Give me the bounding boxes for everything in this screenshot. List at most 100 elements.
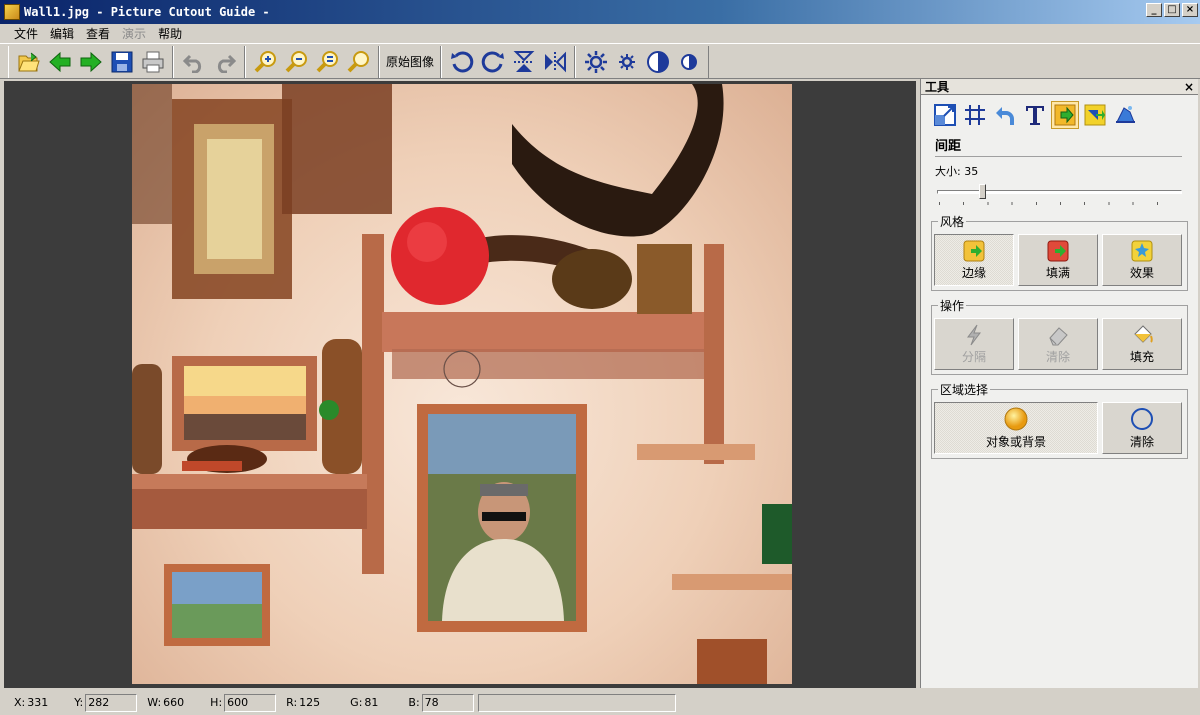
landscape-painting [164, 564, 270, 646]
effect-button[interactable]: 效果 [1102, 234, 1182, 286]
panel-title: 工具 [925, 80, 950, 94]
zoom-actual-button[interactable] [343, 47, 374, 77]
fill-button[interactable]: 填满 [1018, 234, 1098, 286]
open-button[interactable] [13, 47, 44, 77]
h-label: H: [210, 696, 223, 709]
menu-view[interactable]: 查看 [80, 25, 116, 42]
empty-circle-icon [1131, 407, 1153, 430]
menu-help[interactable]: 帮助 [152, 25, 188, 42]
separate-button[interactable]: 分隔 [934, 318, 1014, 370]
resize-icon [934, 104, 956, 126]
background-tool-button[interactable] [1081, 101, 1109, 129]
maximize-button[interactable]: □ [1164, 3, 1180, 17]
zoom-actual-icon [347, 50, 369, 72]
brightness-down-button[interactable] [611, 47, 642, 77]
b-label: B: [408, 696, 420, 709]
menu-edit[interactable]: 编辑 [44, 25, 80, 42]
minimize-button[interactable]: _ [1146, 3, 1162, 17]
section-spacing-title: 间距 [935, 139, 962, 154]
r-value: 125 [299, 696, 321, 709]
original-image-button[interactable]: 原始图像 [384, 53, 436, 70]
separate-label: 分隔 [961, 349, 986, 364]
zoom-out-button[interactable] [281, 47, 312, 77]
flip-vertical-icon [513, 50, 534, 72]
status-bar: X: 331 Y: 282 W: 660 H: 600 R: 125 G: 81… [0, 690, 1200, 715]
save-button[interactable] [106, 47, 137, 77]
edge-icon [963, 240, 985, 261]
rotate-right-button[interactable] [477, 47, 508, 77]
g-label: G: [350, 696, 363, 709]
rotate-left-icon [450, 50, 473, 72]
redo-button[interactable] [209, 47, 240, 77]
undo-arrow-icon [996, 107, 1014, 125]
redo-icon [217, 54, 236, 73]
panel-close-button[interactable]: × [1184, 80, 1194, 94]
close-button[interactable]: × [1182, 3, 1198, 17]
fill-area-label: 填充 [1129, 349, 1154, 364]
paint-bucket-icon [1134, 324, 1153, 343]
slider-ticks [939, 202, 1180, 205]
fill-label: 填满 [1045, 265, 1070, 280]
zoom-in-button[interactable] [250, 47, 281, 77]
background-icon [1084, 104, 1106, 126]
tools-panel: 工具 × 间距 大小: 35 风格 边缘 填满 效果 操作 分隔 清除 填充 区… [920, 79, 1198, 688]
edge-button[interactable]: 边缘 [934, 234, 1014, 286]
progress-field [477, 693, 676, 712]
erase-label: 清除 [1045, 349, 1070, 364]
image-canvas[interactable] [4, 81, 916, 688]
style-group-legend: 风格 [940, 215, 965, 229]
menu-bar: 文件 编辑 查看 演示 帮助 [0, 24, 1200, 44]
erase-button[interactable]: 清除 [1018, 318, 1098, 370]
toolbar: 原始图像 [0, 45, 1200, 79]
cutout-icon [1054, 104, 1076, 126]
size-slider[interactable] [937, 183, 1182, 207]
section-divider [935, 156, 1182, 157]
region-group-legend: 区域选择 [940, 383, 989, 397]
brightness-up-icon [584, 50, 607, 73]
forward-button[interactable] [75, 47, 106, 77]
text-tool-button[interactable] [1021, 101, 1049, 129]
print-icon [142, 51, 163, 72]
w-value: 660 [163, 696, 185, 709]
grid-tool-button[interactable] [961, 101, 989, 129]
crop-grid-icon [965, 105, 985, 125]
crop-tool-button[interactable] [931, 101, 959, 129]
menu-demo[interactable]: 演示 [116, 25, 152, 42]
contrast-up-button[interactable] [642, 47, 673, 77]
photo-wall1[interactable] [132, 84, 792, 684]
text-icon [1026, 106, 1044, 125]
y-label: Y: [74, 696, 84, 709]
clear-selection-button[interactable]: 清除 [1102, 402, 1182, 454]
save-icon [111, 51, 132, 72]
lightning-icon [967, 324, 981, 345]
back-arrow-icon [48, 51, 70, 72]
w-label: W: [147, 696, 162, 709]
print-button[interactable] [137, 47, 168, 77]
object-or-background-button[interactable]: 对象或背景 [934, 402, 1098, 454]
h-value: 600 [224, 693, 277, 712]
contrast-up-icon [646, 50, 669, 73]
brightness-up-button[interactable] [580, 47, 611, 77]
fill-area-button[interactable]: 填充 [1102, 318, 1182, 370]
effect-label: 效果 [1129, 265, 1154, 280]
flip-horizontal-button[interactable] [539, 47, 570, 77]
rotate-left-button[interactable] [446, 47, 477, 77]
forward-arrow-icon [80, 51, 102, 72]
operations-group-legend: 操作 [940, 299, 965, 313]
sunset-painting [172, 356, 317, 451]
menu-file[interactable]: 文件 [8, 25, 44, 42]
contrast-down-button[interactable] [673, 47, 704, 77]
r-label: R: [286, 696, 298, 709]
zoom-fit-button[interactable] [312, 47, 343, 77]
back-button[interactable] [44, 47, 75, 77]
b-value: 78 [421, 693, 474, 712]
undo-tool-button[interactable] [991, 101, 1019, 129]
undo-button[interactable] [178, 47, 209, 77]
fill-icon [1047, 240, 1069, 261]
cutout-tool-button[interactable] [1051, 101, 1079, 129]
size-label: 大小: 35 [935, 165, 979, 178]
effects-tool-button[interactable] [1111, 101, 1139, 129]
slider-thumb[interactable] [979, 184, 986, 199]
flip-vertical-button[interactable] [508, 47, 539, 77]
object-or-background-label: 对象或背景 [985, 434, 1046, 449]
